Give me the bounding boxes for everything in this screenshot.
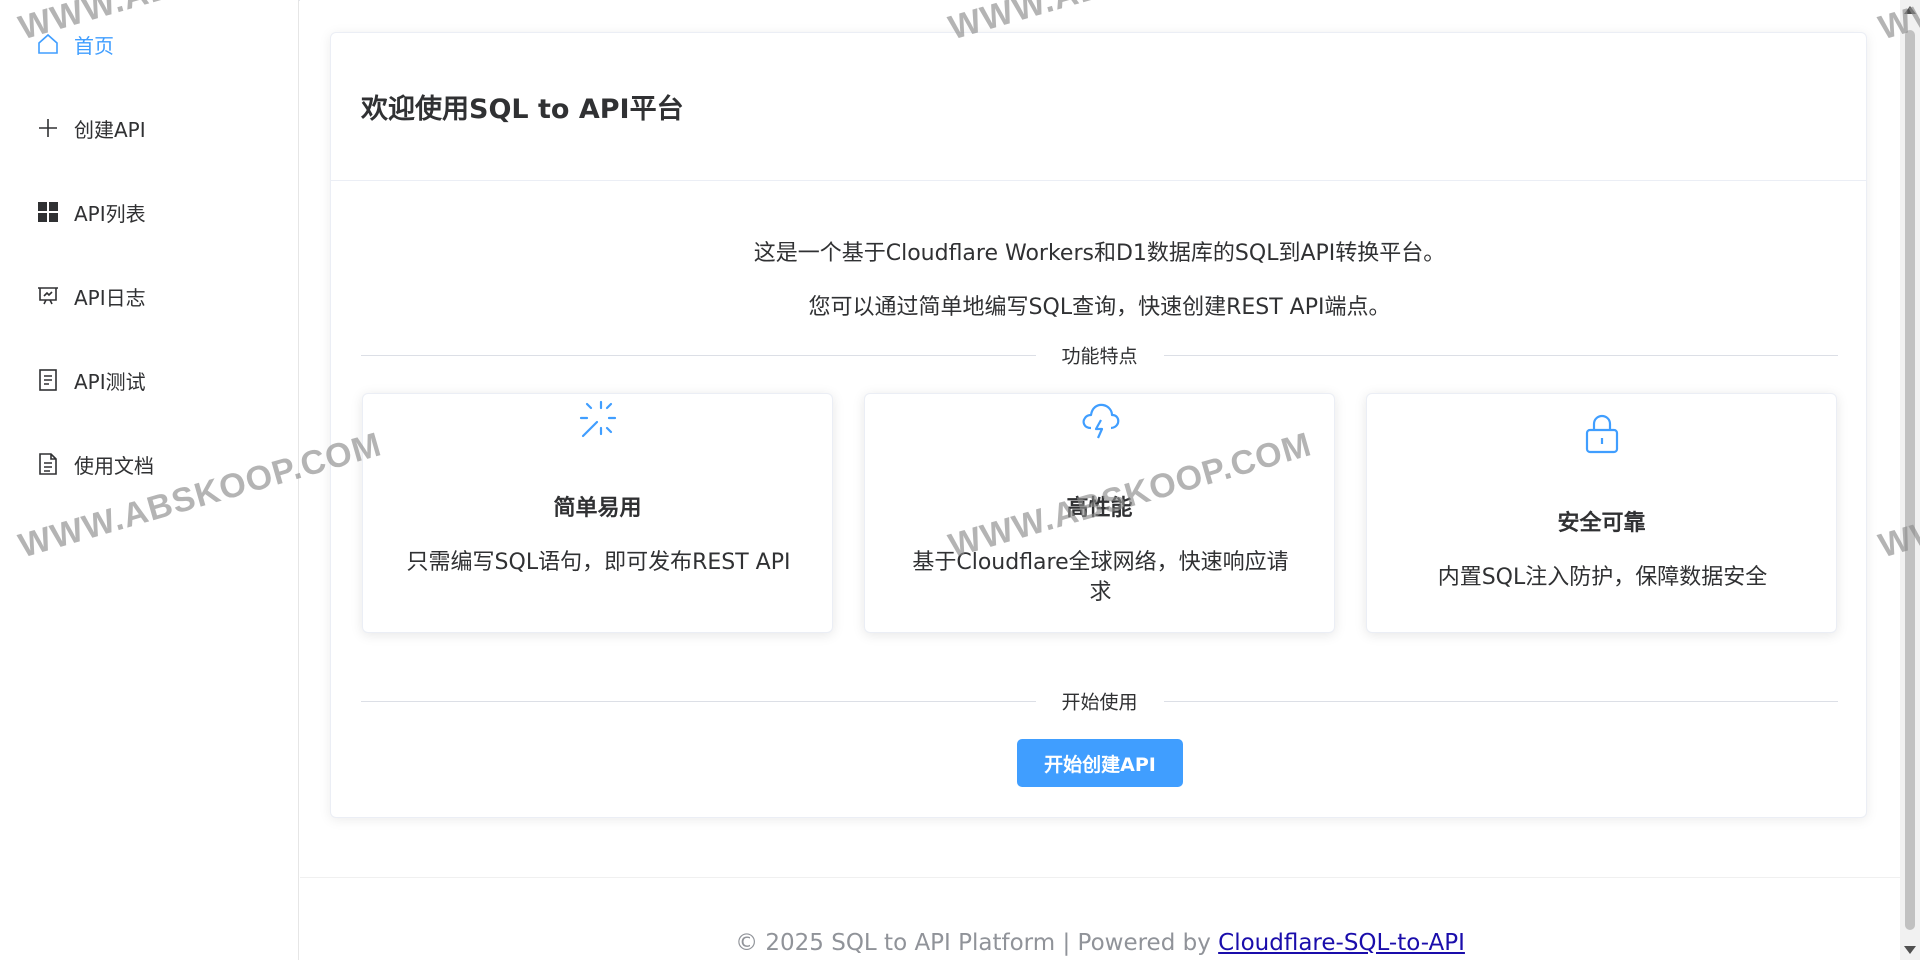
feature-description: 基于Cloudflare全球网络，快速响应请求 (912, 550, 1289, 605)
footer-divider (300, 877, 1900, 878)
features-divider: 功能特点 (361, 341, 1838, 369)
document-icon (36, 452, 60, 476)
grid-icon (36, 200, 60, 224)
sidebar-item-home[interactable]: 首页 (0, 2, 298, 86)
sidebar-item-docs[interactable]: 使用文档 (0, 422, 298, 506)
feature-description: 只需编写SQL语句，即可发布REST API (406, 550, 791, 575)
intro-line-2: 您可以通过简单地编写SQL查询，快速创建REST API端点。 (808, 295, 1391, 320)
footer-link[interactable]: Cloudflare-SQL-to-API (1218, 930, 1465, 956)
scroll-down-arrow-icon[interactable] (1904, 946, 1916, 954)
start-divider-label: 开始使用 (1035, 687, 1164, 715)
sidebar-item-api-list[interactable]: API列表 (0, 170, 298, 254)
feature-card-performance: 高性能 基于Cloudflare全球网络，快速响应请求 (864, 393, 1335, 633)
feature-title: 简单易用 (553, 496, 642, 521)
intro-line-1: 这是一个基于Cloudflare Workers和D1数据库的SQL到API转换… (753, 241, 1446, 266)
start-divider: 开始使用 (361, 687, 1838, 715)
footer-text: © 2025 SQL to API Platform | Powered by (735, 930, 1219, 956)
sidebar-item-label: 创建API (74, 117, 146, 142)
plus-icon (36, 116, 60, 140)
features-divider-label: 功能特点 (1035, 341, 1164, 369)
feature-title: 高性能 (1066, 496, 1133, 521)
feature-description: 内置SQL注入防护，保障数据安全 (1437, 565, 1768, 590)
sidebar-item-create-api[interactable]: 创建API (0, 86, 298, 170)
magic-wand-icon (577, 398, 619, 440)
sidebar-item-api-test[interactable]: API测试 (0, 338, 298, 422)
sidebar-item-label: API列表 (74, 201, 146, 226)
scroll-up-arrow-icon[interactable] (1904, 6, 1916, 14)
page-title: 欢迎使用SQL to API平台 (361, 94, 684, 125)
cloud-lightning-icon (1079, 398, 1121, 440)
sidebar-item-label: API日志 (74, 285, 146, 310)
welcome-card: 欢迎使用SQL to API平台 这是一个基于Cloudflare Worker… (330, 32, 1867, 818)
home-icon (36, 32, 60, 56)
lock-icon (1581, 412, 1623, 454)
sidebar-item-label: 使用文档 (74, 453, 154, 478)
presentation-icon (36, 284, 60, 308)
start-create-api-button[interactable]: 开始创建API (1017, 739, 1183, 787)
footer: © 2025 SQL to API Platform | Powered by … (300, 930, 1900, 956)
sidebar-item-label: API测试 (74, 369, 146, 394)
scrollbar-thumb[interactable] (1905, 30, 1915, 930)
feature-card-security: 安全可靠 内置SQL注入防护，保障数据安全 (1366, 393, 1837, 633)
sidebar: 首页 创建API API列表 API日志 API测试 使用文档 (0, 0, 299, 960)
feature-title: 安全可靠 (1557, 511, 1646, 536)
document-list-icon (36, 368, 60, 392)
sidebar-item-api-logs[interactable]: API日志 (0, 254, 298, 338)
sidebar-item-label: 首页 (74, 33, 114, 58)
card-header: 欢迎使用SQL to API平台 (331, 33, 1866, 181)
feature-card-easy: 简单易用 只需编写SQL语句，即可发布REST API (362, 393, 833, 633)
